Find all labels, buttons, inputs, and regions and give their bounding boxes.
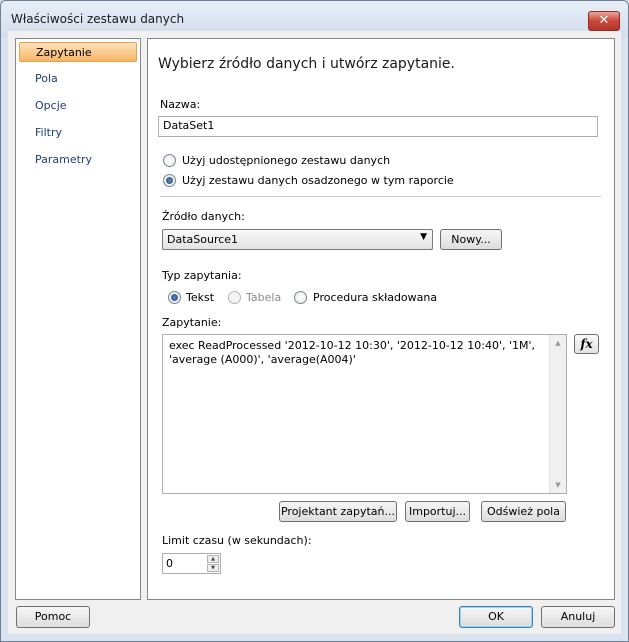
embedded-dataset-radio[interactable] xyxy=(163,174,176,187)
query-label: Zapytanie: xyxy=(162,316,222,329)
name-label: Nazwa: xyxy=(160,98,201,111)
scroll-up-icon[interactable]: ▲ xyxy=(550,335,566,351)
spin-up-icon[interactable]: ▲ xyxy=(207,555,219,563)
query-type-table-radio xyxy=(228,291,241,304)
query-type-text-radio[interactable] xyxy=(168,291,181,304)
nav-panel: Zapytanie Pola Opcje Filtry Parametry xyxy=(15,38,141,600)
query-type-text-label[interactable]: Tekst xyxy=(186,291,214,304)
query-designer-button[interactable]: Projektant zapytań... xyxy=(279,501,397,522)
query-text: exec ReadProcessed '2012-10-12 10:30', '… xyxy=(169,339,539,366)
query-type-table-label: Tabela xyxy=(246,291,282,304)
dialog-window: Właściwości zestawu danych ✕ Zapytanie P… xyxy=(0,0,629,642)
timeout-label: Limit czasu (w sekundach): xyxy=(162,534,312,547)
timeout-spinner[interactable]: 0 ▲ ▼ xyxy=(162,553,221,574)
query-type-label: Typ zapytania: xyxy=(162,269,242,282)
timeout-value: 0 xyxy=(166,557,173,570)
page-heading: Wybierz źródło danych i utwórz zapytanie… xyxy=(158,56,455,72)
close-button[interactable]: ✕ xyxy=(588,11,620,31)
query-type-proc-radio[interactable] xyxy=(294,291,307,304)
separator xyxy=(160,196,601,197)
scroll-down-icon[interactable]: ▼ xyxy=(550,477,566,493)
new-source-button[interactable]: Nowy... xyxy=(440,229,502,250)
name-input[interactable]: DataSet1 xyxy=(158,116,598,137)
shared-dataset-radio[interactable] xyxy=(163,154,176,167)
embedded-dataset-label[interactable]: Użyj zestawu danych osadzonego w tym rap… xyxy=(182,174,454,187)
query-type-proc-label[interactable]: Procedura składowana xyxy=(313,291,437,304)
fx-expression-button[interactable]: fx xyxy=(574,334,599,354)
spin-down-icon[interactable]: ▼ xyxy=(207,564,219,572)
query-textarea[interactable]: exec ReadProcessed '2012-10-12 10:30', '… xyxy=(162,334,567,494)
nav-item-opcje[interactable]: Opcje xyxy=(19,96,137,116)
nav-item-filtry[interactable]: Filtry xyxy=(19,123,137,143)
import-button[interactable]: Importuj... xyxy=(405,501,470,522)
refresh-fields-button[interactable]: Odśwież pola xyxy=(481,501,566,522)
query-scrollbar[interactable]: ▲ ▼ xyxy=(549,335,566,493)
nav-item-pola[interactable]: Pola xyxy=(19,69,137,89)
query-page: Wybierz źródło danych i utwórz zapytanie… xyxy=(147,38,615,600)
data-source-combo[interactable]: DataSource1 ▼ xyxy=(162,229,433,250)
data-source-value: DataSource1 xyxy=(167,233,239,246)
cancel-button[interactable]: Anuluj xyxy=(541,606,615,628)
data-source-label: Źródło danych: xyxy=(162,210,245,223)
ok-button[interactable]: OK xyxy=(459,606,533,628)
nav-item-parametry[interactable]: Parametry xyxy=(19,150,137,170)
nav-item-zapytanie[interactable]: Zapytanie xyxy=(19,42,137,62)
dialog-client-area: Zapytanie Pola Opcje Filtry Parametry Wy… xyxy=(8,31,621,634)
chevron-down-icon: ▼ xyxy=(420,232,427,242)
window-title: Właściwości zestawu danych xyxy=(11,12,185,26)
help-button[interactable]: Pomoc xyxy=(16,606,90,628)
shared-dataset-label[interactable]: Użyj udostępnionego zestawu danych xyxy=(182,154,390,167)
